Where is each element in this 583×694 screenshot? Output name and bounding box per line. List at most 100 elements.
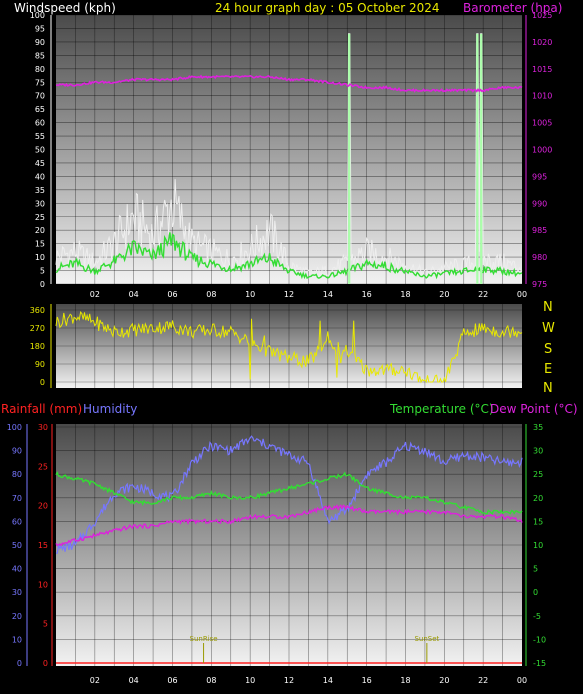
compass-east: E [544,362,552,377]
climate-x-tick-label: 18 [400,676,410,685]
direction-tick-label: 0 [40,378,45,387]
humidity-tick-label: 40 [12,565,22,574]
temperature-tick-label: 25 [533,470,543,479]
compass-south: S [544,342,552,357]
weather-graphs: Windspeed (kph) 24 hour graph day : 05 O… [1,1,578,685]
windspeed-tick-label: 25 [35,213,45,222]
humidity-tick-label: 70 [12,494,22,503]
windspeed-y-axis: 0 5 10 15 20 25 30 35 40 45 50 55 60 65 70 75 80 85 90 95 10… [30,11,52,289]
humidity-tick-label: 100 [7,423,22,432]
temperature-tick-label: -15 [533,659,546,668]
wind-x-tick-label: 14 [323,290,333,299]
wind-x-tick-label: 08 [206,290,216,299]
humidity-y-axis: 0 10 20 30 40 50 60 70 80 90 100 [7,423,28,668]
rainfall-tick-label: 5 [43,620,48,629]
wind-x-tick-label: 10 [245,290,255,299]
wind-x-tick-label: 00 [517,290,527,299]
humidity-tick-label: 50 [12,541,22,550]
rainfall-tick-label: 20 [38,502,48,511]
windspeed-tick-label: 20 [35,226,45,235]
humidity-tick-label: 60 [12,517,22,526]
humidity-axis-title: Humidity [83,402,137,416]
climate-x-axis: 02 04 06 08 10 12 14 16 18 20 22 00 [90,676,527,685]
chart-title: 24 hour graph day : 05 October 2024 [215,1,440,15]
wind-x-tick-label: 22 [478,290,488,299]
windspeed-tick-label: 90 [35,38,45,47]
humidity-tick-label: 20 [12,612,22,621]
climate-x-tick-label: 16 [362,676,372,685]
wind-x-tick-label: 02 [90,290,100,299]
temperature-tick-label: 15 [533,517,543,526]
compass-west: W [542,321,555,336]
climate-x-tick-label: 14 [323,676,333,685]
sunset-label: SunSet [414,635,439,643]
barometer-tick-label: 990 [532,199,547,208]
direction-tick-label: 180 [30,342,45,351]
dewpoint-axis-title: Dew Point (°C) [490,402,578,416]
climate-x-tick-label: 08 [206,676,216,685]
rainfall-tick-label: 10 [38,580,48,589]
climate-x-tick-label: 00 [517,676,527,685]
barometer-tick-label: 980 [532,253,547,262]
windspeed-tick-label: 15 [35,240,45,249]
climate-x-tick-label: 04 [129,676,139,685]
wind-x-tick-label: 20 [439,290,449,299]
wind-x-tick-label: 06 [167,290,177,299]
temperature-tick-label: 20 [533,494,543,503]
humidity-tick-label: 30 [12,588,22,597]
direction-tick-label: 90 [35,360,45,369]
direction-tick-label: 360 [30,306,45,315]
wind-x-axis: 02 04 06 08 10 12 14 16 18 20 22 00 [90,290,527,299]
windspeed-tick-label: 5 [40,267,45,276]
windspeed-tick-label: 40 [35,172,45,181]
temperature-tick-label: 0 [533,588,538,597]
temperature-tick-label: 10 [533,541,543,550]
windspeed-tick-label: 75 [35,78,45,87]
temperature-tick-label: 30 [533,447,543,456]
barometer-tick-label: 1015 [532,65,552,74]
rainfall-y-axis: 0 5 10 15 20 25 30 [38,423,53,668]
wind-x-tick-label: 12 [284,290,294,299]
wind-x-tick-label: 18 [400,290,410,299]
barometer-tick-label: 995 [532,172,547,181]
direction-tick-label: 270 [30,324,45,333]
windspeed-tick-label: 30 [35,199,45,208]
windspeed-tick-label: 65 [35,105,45,114]
barometer-y-axis: 975 980 985 990 995 1000 1005 1010 1015 1020 1025 [525,11,552,289]
barometer-tick-label: 975 [532,280,547,289]
climate-x-tick-label: 20 [439,676,449,685]
compass-north-top: N [543,300,553,315]
temperature-y-axis: -15 -10 -5 0 5 10 15 20 25 30 35 [525,423,546,668]
temperature-tick-label: -5 [533,612,541,621]
climate-x-tick-label: 02 [90,676,100,685]
compass-north-bottom: N [543,381,553,396]
climate-x-tick-label: 22 [478,676,488,685]
rainfall-tick-label: 25 [38,462,48,471]
temperature-tick-label: 35 [533,423,543,432]
barometer-tick-label: 1020 [532,38,552,47]
barometer-tick-label: 985 [532,226,547,235]
windspeed-tick-label: 95 [35,24,45,33]
windspeed-tick-label: 70 [35,92,45,101]
wind-x-tick-label: 16 [362,290,372,299]
climate-x-tick-label: 06 [167,676,177,685]
humidity-tick-label: 10 [12,635,22,644]
rainfall-tick-label: 0 [43,659,48,668]
barometer-tick-label: 1005 [532,119,552,128]
windspeed-tick-label: 0 [40,280,45,289]
windspeed-tick-label: 60 [35,119,45,128]
sunrise-label: SunRise [190,635,218,643]
temperature-axis-title: Temperature (°C) [389,402,494,416]
barometer-tick-label: 1010 [532,92,552,101]
windspeed-tick-label: 45 [35,159,45,168]
windspeed-tick-label: 50 [35,146,45,155]
rainfall-tick-label: 30 [38,423,48,432]
humidity-tick-label: 80 [12,470,22,479]
temperature-tick-label: -10 [533,635,546,644]
wind-x-tick-label: 04 [129,290,139,299]
windspeed-tick-label: 85 [35,51,45,60]
barometer-tick-label: 1025 [532,11,552,20]
climate-x-tick-label: 12 [284,676,294,685]
weather-graph-page: Windspeed (kph) 24 hour graph day : 05 O… [0,0,583,694]
windspeed-tick-label: 10 [35,253,45,262]
